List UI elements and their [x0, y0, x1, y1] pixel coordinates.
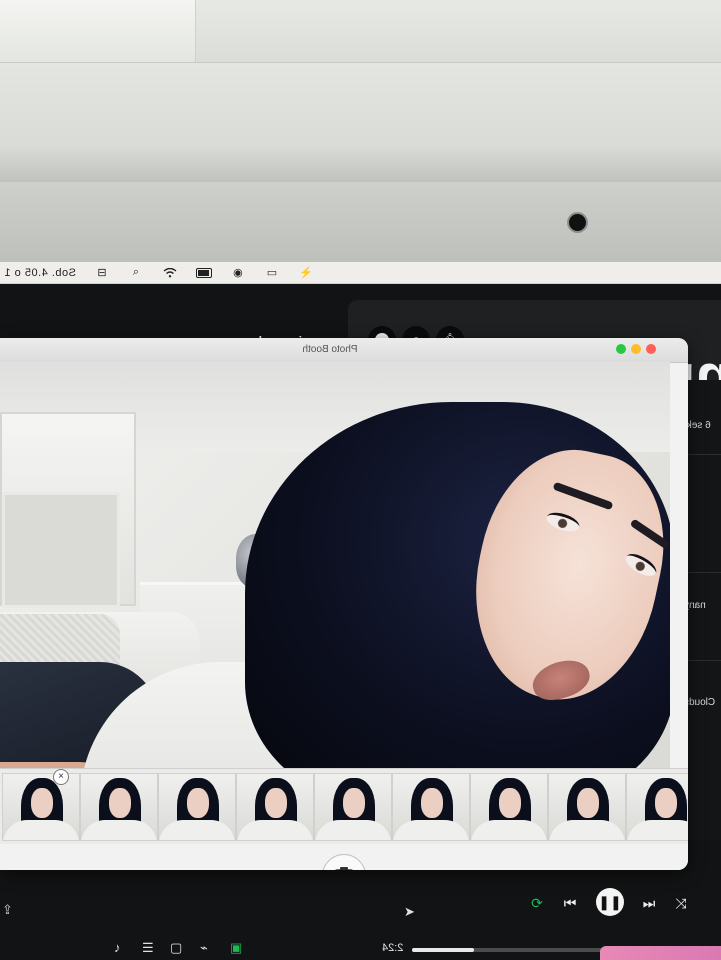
share-icon[interactable]: ⇪	[2, 902, 13, 918]
photo-thumbnail[interactable]	[236, 773, 314, 841]
progress-fill	[412, 948, 474, 952]
photo-booth-window: Photo Booth ×	[0, 338, 688, 870]
playback-controls: ⟳ ⏮︎ ❚❚ ⏭︎ ⤨	[390, 880, 721, 930]
minimize-button[interactable]	[631, 344, 641, 354]
photo-thumbnail[interactable]	[2, 773, 80, 841]
shuffle-icon[interactable]: ⤨	[666, 888, 696, 918]
window-titlebar[interactable]: Photo Booth	[0, 338, 688, 363]
do-not-disturb-icon[interactable]: ⚡	[298, 266, 314, 280]
menubar-clock[interactable]: Sob. 4.05 o 1	[4, 267, 76, 279]
photo-filmstrip: ×	[0, 768, 688, 849]
queue-icon[interactable]: ☰	[142, 940, 154, 956]
pause-icon[interactable]: ❚❚	[596, 888, 624, 916]
dock-app-strip	[600, 946, 721, 960]
laptop-bezel	[0, 182, 721, 266]
previous-icon[interactable]: ⏮︎	[555, 888, 585, 918]
search-icon[interactable]: ⌕	[128, 266, 144, 280]
device-icon[interactable]: ▢	[170, 940, 182, 956]
control-center-icon[interactable]: ⊟	[94, 266, 110, 280]
lyrics-icon[interactable]: ♪	[114, 940, 121, 955]
play-icon[interactable]: ◉	[230, 266, 246, 280]
photo-thumbnail[interactable]	[80, 773, 158, 841]
monitor-ledge	[0, 62, 721, 183]
wall-shelf	[0, 0, 196, 71]
close-button[interactable]	[646, 344, 656, 354]
photo-thumbnail[interactable]	[470, 773, 548, 841]
next-icon[interactable]: ⏭︎	[634, 888, 664, 918]
photo-thumbnail[interactable]	[158, 773, 236, 841]
window-title: Photo Booth	[302, 344, 358, 355]
screen-mirror-icon[interactable]: ▭	[264, 266, 280, 280]
background-headboard	[0, 412, 136, 608]
photo-thumbnail[interactable]	[548, 773, 626, 841]
elapsed-time: 2:24	[382, 942, 404, 954]
link-icon[interactable]: ⌁	[200, 940, 208, 956]
photo-thumbnail[interactable]	[626, 773, 688, 841]
camera-icon	[334, 866, 354, 870]
webcam-lens	[569, 214, 586, 231]
repeat-icon[interactable]: ⟳	[522, 888, 552, 918]
track-duration-label: 6 sek.	[684, 420, 711, 431]
menu-bar: Sob. 4.05 o 1 ⊟ ⌕ ◉ ▭ ⚡	[0, 262, 721, 284]
photo-thumbnail[interactable]	[392, 773, 470, 841]
photo-thumbnail[interactable]	[314, 773, 392, 841]
zoom-button[interactable]	[616, 344, 626, 354]
connect-icon[interactable]: ▣	[230, 940, 242, 956]
wifi-icon[interactable]	[162, 266, 178, 280]
battery-icon[interactable]	[195, 266, 212, 280]
delete-thumbnail-button[interactable]: ×	[53, 769, 69, 785]
track-title[interactable]: Clouds	[684, 697, 715, 708]
